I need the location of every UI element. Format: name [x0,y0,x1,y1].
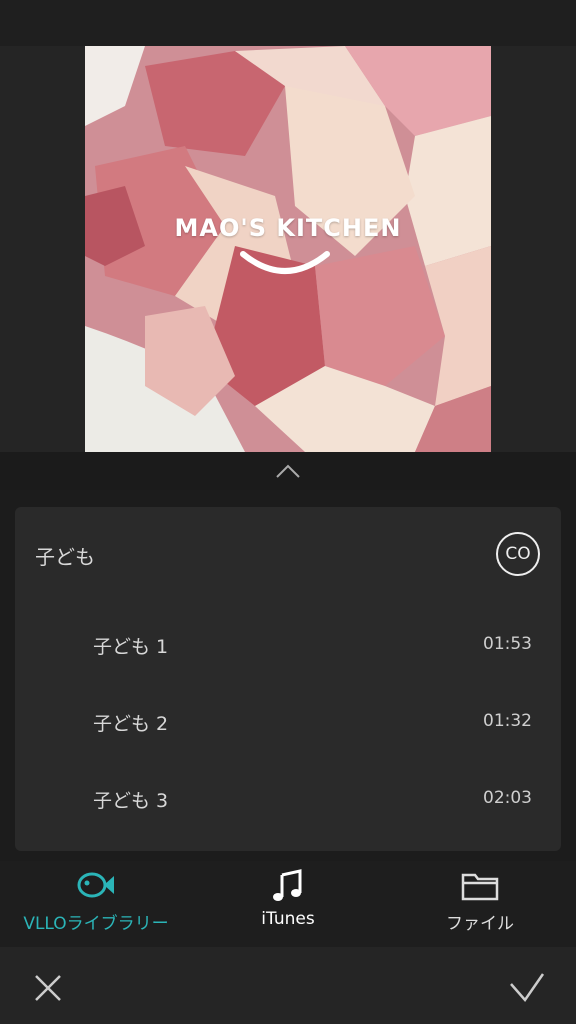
tab-files[interactable]: ファイル [384,861,576,947]
track-row[interactable]: 子ども 1 01:53 [15,612,561,672]
logo-text: MAO'S KITCHEN [174,214,402,242]
bottom-action-bar [0,947,576,1024]
source-tab-bar: VLLOライブラリー iTunes ファイル [0,861,576,947]
music-category-card: 子ども CO 子ども 1 01:53 子ども 2 01:32 子ども 3 02:… [15,507,561,851]
track-duration: 01:53 [483,634,532,654]
smile-logo [240,251,330,274]
tab-label: ファイル [446,914,514,934]
chevron-up-icon[interactable] [274,462,302,480]
tab-label: VLLOライブラリー [23,914,169,934]
music-note-icon [273,869,302,901]
close-icon[interactable] [30,970,66,1006]
confirm-check-icon[interactable] [507,970,547,1006]
track-row[interactable]: 子ども 2 01:32 [15,689,561,749]
tab-vllo-library[interactable]: VLLOライブラリー [0,861,192,947]
license-badge[interactable]: CO [496,532,540,576]
tab-label: iTunes [261,909,315,929]
tab-itunes[interactable]: iTunes [192,861,384,947]
category-title: 子ども [35,545,95,569]
track-duration: 01:32 [483,711,532,731]
top-strip [0,0,576,46]
track-name: 子ども 2 [93,713,169,735]
folder-icon [461,873,499,901]
video-preview: MAO'S KITCHEN [85,46,491,452]
track-row[interactable]: 子ども 3 02:03 [15,766,561,826]
track-name: 子ども 3 [93,790,169,812]
track-duration: 02:03 [483,788,532,808]
track-name: 子ども 1 [93,636,169,658]
fish-icon [77,872,114,898]
